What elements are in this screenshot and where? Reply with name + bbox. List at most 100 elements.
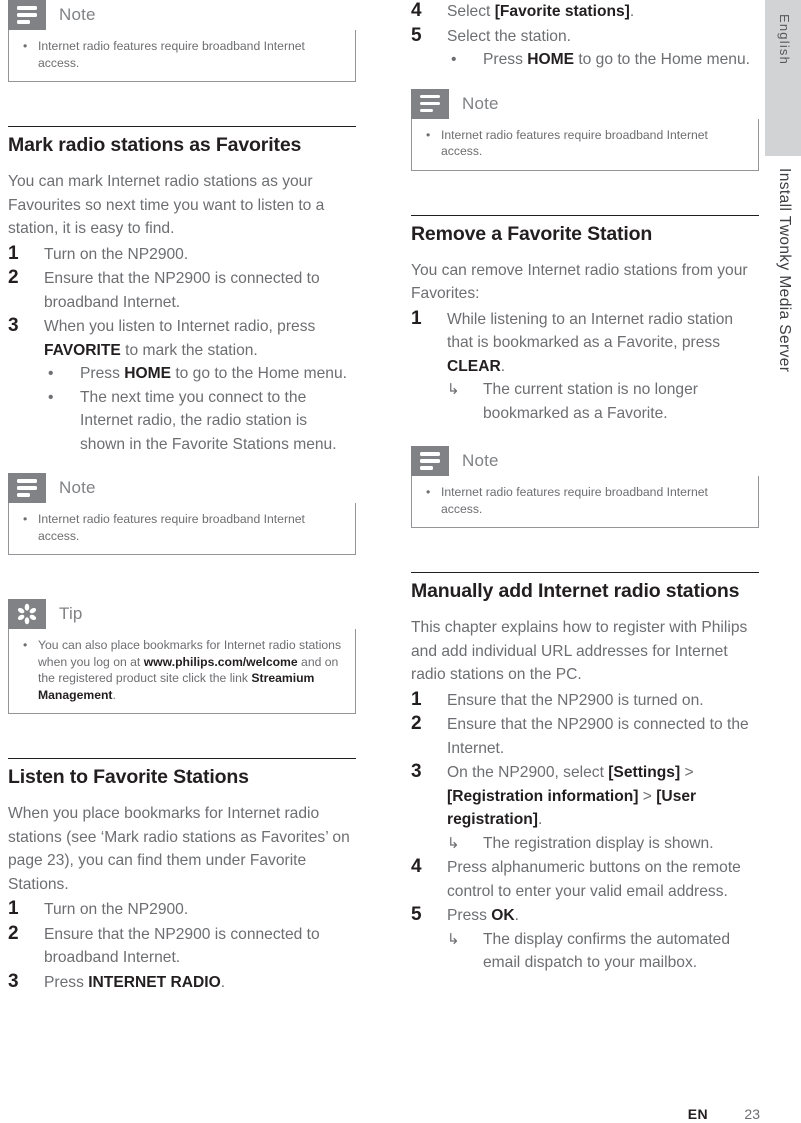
bullet-dot: • — [426, 127, 431, 142]
step-text-part: . — [514, 907, 519, 924]
step-item: 2 Ensure that the NP2900 is connected to… — [8, 267, 356, 314]
note-callout-bottom-right: Note • Internet radio features require b… — [411, 446, 759, 528]
step-number: 4 — [411, 856, 422, 877]
note-callout-mid-left: Note • Internet radio features require b… — [8, 473, 356, 555]
substep-item: • Press HOME to go to the Home menu. — [44, 362, 356, 386]
note-callout-top-left: Note • Internet radio features require b… — [8, 0, 356, 82]
menu-item-settings: [Settings] — [608, 764, 681, 781]
step-text-part: > — [638, 787, 657, 805]
step-number: 1 — [8, 898, 19, 919]
callout-header: Note — [411, 88, 759, 119]
tip-text-part: . — [112, 687, 116, 702]
callout-body: • Internet radio features require broadb… — [8, 30, 356, 82]
callout-body: • Internet radio features require broadb… — [411, 118, 759, 171]
bullet-dot: • — [48, 388, 54, 406]
substep-text-part: Press — [80, 365, 125, 382]
step-text: Turn on the NP2900. — [44, 245, 189, 263]
substep-text-part: The registration display is shown. — [483, 834, 714, 852]
step-text: Press alphanumeric buttons on the remote… — [447, 859, 741, 900]
step-text-part: Press — [447, 907, 492, 924]
section-divider — [8, 126, 356, 127]
note-lines-icon — [411, 446, 449, 476]
step-number: 3 — [411, 761, 422, 782]
step-number: 3 — [8, 315, 19, 336]
step-item: 1 Ensure that the NP2900 is turned on. — [411, 689, 759, 713]
callout-bullet: • Internet radio features require broadb… — [422, 127, 748, 160]
substeps-list: ↳ The display confirms the automated ema… — [447, 928, 759, 975]
substep-text-part: to go to the Home menu. — [170, 365, 347, 382]
step-text-part: When you listen to Internet radio, press — [44, 318, 316, 335]
callout-body: • Internet radio features require broadb… — [8, 503, 356, 555]
substep-item: • Press HOME to go to the Home menu. — [447, 48, 759, 72]
callout-header: Note — [8, 0, 356, 30]
callout-body: • You can also place bookmarks for Inter… — [8, 629, 356, 714]
callout-bullet-text: Internet radio features require broadban… — [441, 127, 708, 159]
step-number: 3 — [8, 970, 19, 992]
step-item: 2 Ensure that the NP2900 is connected to… — [411, 713, 759, 760]
step-item: 1 Turn on the NP2900. — [8, 243, 356, 267]
callout-bullet: • Internet radio features require broadb… — [422, 484, 748, 517]
substep-text-part: The current station is no longer bookmar… — [483, 381, 698, 422]
step-number: 4 — [411, 0, 422, 21]
callout-title: Tip — [59, 604, 83, 623]
substeps-list: ↳ The current station is no longer bookm… — [447, 378, 759, 425]
steps-list-mark-favorites: 1 Turn on the NP2900. 2 Ensure that the … — [8, 243, 356, 457]
steps-list-continued: 4 Select [Favorite stations]. 5 Select t… — [411, 0, 759, 72]
step-text: Ensure that the NP2900 is connected to b… — [44, 270, 320, 311]
callout-title: Note — [59, 5, 96, 24]
step-text: Ensure that the NP2900 is turned on. — [447, 691, 704, 709]
substep-result-item: ↳ The display confirms the automated ema… — [447, 928, 759, 975]
step-number: 2 — [8, 922, 19, 944]
step-number: 1 — [411, 307, 422, 329]
step-text-part: . — [220, 973, 226, 991]
substeps-list: • Press HOME to go to the Home menu. • T… — [44, 362, 356, 456]
step-number: 5 — [411, 24, 422, 46]
callout-bullet: • Internet radio features require broadb… — [19, 511, 345, 544]
section-intro-remove-favorite: You can remove Internet radio stations f… — [411, 261, 748, 303]
note-callout-top-right: Note • Internet radio features require b… — [411, 88, 759, 171]
step-item: 3 Press INTERNET RADIO. — [8, 971, 356, 995]
step-text-part: Press — [44, 973, 89, 991]
note-lines-icon — [8, 473, 46, 503]
step-keyword: FAVORITE — [44, 341, 121, 359]
step-item: 4 Press alphanumeric buttons on the remo… — [411, 856, 759, 903]
section-divider — [411, 214, 759, 216]
step-text-part: While listening to an Internet radio sta… — [447, 310, 734, 352]
section-intro-manually-add: This chapter explains how to register wi… — [411, 619, 748, 683]
substeps-list: • Press HOME to go to the Home menu. — [447, 48, 759, 72]
substeps-list: ↳ The registration display is shown. — [447, 832, 759, 856]
callout-title: Note — [462, 451, 499, 470]
footer-page-number: 23 — [744, 1106, 760, 1122]
step-keyword: INTERNET RADIO — [88, 973, 221, 991]
page-title-remove-favorite: Remove a Favorite Station — [411, 222, 653, 245]
substep-text-part: to go to the Home menu. — [573, 51, 750, 68]
substep-text-part: Press — [483, 51, 528, 68]
steps-list-manually-add: 1 Ensure that the NP2900 is turned on. 2… — [411, 689, 759, 975]
step-item: 5 Press OK. ↳ The display confirms the a… — [411, 904, 759, 975]
bullet-dot: • — [48, 365, 54, 382]
step-number: 1 — [8, 242, 19, 264]
corner-arrow-icon: ↳ — [447, 381, 460, 398]
corner-arrow-icon: ↳ — [447, 834, 460, 852]
step-text-part: . — [500, 357, 506, 375]
manual-page: English Install Twonky Media Server Note… — [0, 0, 801, 1123]
page-title-mark-favorites: Mark radio stations as Favorites — [8, 134, 302, 156]
side-chapter-title: Install Twonky Media Server — [776, 168, 793, 373]
callout-title: Note — [59, 478, 96, 497]
substep-result-item: ↳ The registration display is shown. — [447, 832, 759, 856]
step-item: 1 Turn on the NP2900. — [8, 898, 356, 922]
step-text-part: to mark the station. — [120, 341, 258, 359]
callout-header: Note — [8, 473, 356, 503]
side-tab-language-label: English — [777, 14, 792, 66]
substep-text-part: The next time you connect to the Interne… — [80, 388, 337, 453]
step-item: 1 While listening to an Internet radio s… — [411, 308, 759, 426]
callout-bullet-text: Internet radio features require broadban… — [38, 512, 305, 543]
callout-body: • Internet radio features require broadb… — [411, 476, 759, 528]
step-number: 1 — [411, 688, 422, 710]
section-intro-mark-favorites: You can mark Internet radio stations as … — [8, 173, 325, 237]
footer-language-code: EN — [687, 1106, 708, 1122]
step-keyword: [Favorite stations] — [494, 3, 630, 20]
tip-callout: Tip • You can also place bookmarks for I… — [8, 599, 356, 714]
bullet-dot: • — [426, 485, 431, 499]
step-keyword: CLEAR — [447, 357, 501, 375]
